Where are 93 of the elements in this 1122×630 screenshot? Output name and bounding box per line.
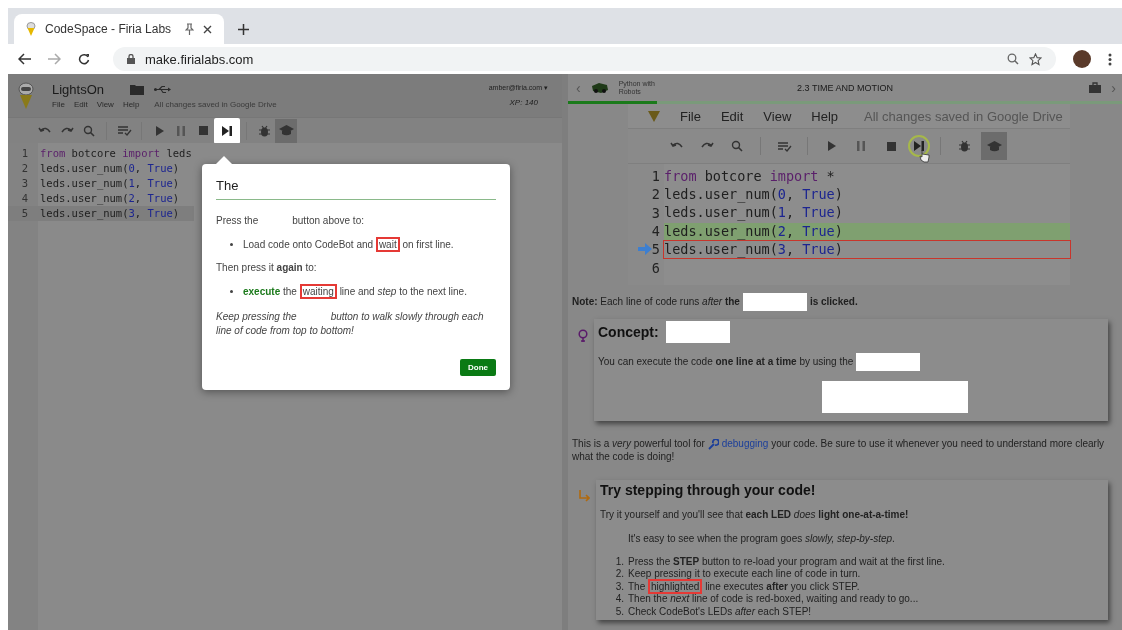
menu-item[interactable]: Help [122, 100, 140, 109]
bullet-dot [230, 289, 233, 293]
usb-icon[interactable] [154, 85, 172, 94]
code-line: from botcore import * [664, 167, 836, 185]
code-line: 1 from botcore import leds [20, 146, 193, 161]
exercise-text: Try it yourself and you'll see that each LED does light one-at-a-time! [600, 507, 910, 522]
project-name: LightsOn [52, 82, 105, 97]
step-text: Check CodeBot's LEDs after each STEP! [628, 605, 812, 619]
search-icon [83, 124, 95, 137]
concept-title: Concept: [598, 323, 659, 340]
tip-text: Keep pressing the button to walk slowly through each line of code from top to bottom! [216, 310, 485, 337]
line-number: 5 [628, 241, 664, 258]
code-line: leds.user_num(1, True) [664, 204, 844, 222]
line-number: 3 [650, 204, 661, 221]
stop-icon [198, 126, 208, 135]
step-text: The highlighted line executes after you click STEP. [628, 580, 860, 594]
debugging-paragraph: This is a very powerful tool for debugging your code. Be sure to use it whenever you need to understand more clearly what the code is doing! [572, 436, 1106, 464]
browser-tab[interactable]: CodeSpace - Firia Labs [14, 14, 224, 44]
address-field[interactable]: make.firialabs.com [113, 47, 1056, 71]
code-line: 4 leds.user_num(2, True) [20, 191, 181, 206]
list-check-icon [116, 125, 132, 136]
step-number: 4. [614, 593, 624, 606]
line-number: 4 [650, 223, 661, 240]
menu-item[interactable]: Edit [73, 100, 88, 109]
search-icon [731, 140, 743, 152]
close-icon[interactable] [203, 24, 212, 34]
debugging-link[interactable]: debugging [721, 437, 769, 449]
step-icon [914, 141, 924, 151]
step-number: 5. [614, 605, 624, 619]
code-line: 3 leds.user_num(1, True) [20, 176, 181, 191]
step-text: Then the next line of code is red-boxed, waiting and ready to go... [628, 593, 919, 606]
back-arrow-icon[interactable] [18, 53, 31, 65]
hand-cursor-icon [918, 149, 930, 163]
line-number: 2 [650, 186, 661, 203]
step-number: 3. [614, 580, 624, 594]
dialog-title: The [216, 174, 496, 200]
star-icon[interactable] [1029, 52, 1042, 66]
bug-icon [958, 140, 970, 152]
line-number: 1 [650, 168, 661, 185]
step-number: 2. [614, 568, 624, 581]
lightbulb-icon [578, 328, 588, 343]
new-tab-icon[interactable] [238, 24, 249, 35]
zoom-icon[interactable] [1007, 53, 1019, 65]
return-arrow-icon [578, 489, 590, 502]
play-icon [826, 141, 836, 151]
pause-icon [177, 125, 185, 136]
step-text: Press the STEP button to re-load your program and wait at the first line. [628, 555, 945, 569]
step-text: Keep pressing it to execute each line of code in turn. [628, 568, 861, 581]
concept-text: You can execute the code one line at a time by using the [598, 352, 1104, 371]
step-icon [222, 125, 232, 136]
dialog-text: Press the button above to: [216, 214, 365, 228]
reload-icon[interactable] [78, 53, 90, 65]
bullet-text: execute the waiting line and step to the next line. [243, 284, 467, 298]
previous-button[interactable]: ‹ [576, 79, 581, 96]
stop-icon [886, 141, 896, 151]
learn-button[interactable] [981, 132, 1007, 160]
graduation-cap-icon [986, 140, 1002, 152]
exercise-title: Try stepping through your code! [600, 481, 816, 498]
menu-dots-icon[interactable] [1108, 52, 1112, 66]
step-number: 1. [614, 555, 624, 569]
list-check-icon [776, 140, 792, 152]
learn-button[interactable] [275, 118, 297, 143]
bullet-dot [230, 242, 233, 246]
save-status: All changes saved in Google Drive [864, 108, 1063, 124]
next-button[interactable]: › [1111, 79, 1116, 96]
step-button[interactable] [214, 117, 240, 144]
lock-icon [127, 54, 135, 64]
lesson-title: 2.3 TIME AND MOTION [796, 82, 894, 93]
bug-icon [258, 124, 270, 137]
graduation-cap-icon [278, 125, 294, 136]
play-icon [154, 125, 164, 136]
menu-item[interactable]: View [96, 100, 114, 109]
exercise-text: It's easy to see when the program goes slowly, step-by-step. [627, 531, 896, 546]
code-line: leds.user_num(3, True) [664, 240, 1070, 258]
done-button[interactable]: Done [460, 359, 496, 376]
avatar-circle[interactable] [1073, 50, 1091, 68]
dialog-text: Then press it again to: [216, 261, 318, 275]
wrench-icon [707, 438, 719, 450]
forward-arrow-icon[interactable] [48, 53, 61, 65]
toolbox-icon[interactable] [1089, 82, 1102, 93]
pin-icon [185, 23, 194, 35]
robot-car-icon [590, 81, 609, 94]
bullet-text: Load code onto CodeBot and wait on first line. [243, 237, 454, 251]
xp-label: XP: 140 [509, 98, 538, 107]
menu-item[interactable]: File [52, 100, 65, 109]
line-number: 6 [650, 259, 661, 276]
robot-logo-icon [18, 81, 34, 110]
redacted-block [665, 320, 730, 343]
pause-icon [857, 141, 865, 151]
code-line: leds.user_num(0, True) [664, 185, 844, 203]
code-line: 2 leds.user_num(0, True) [20, 161, 181, 176]
folder-icon[interactable] [130, 84, 145, 95]
note-text: Note: Each line of code runs after the is clicked. [572, 292, 1108, 311]
